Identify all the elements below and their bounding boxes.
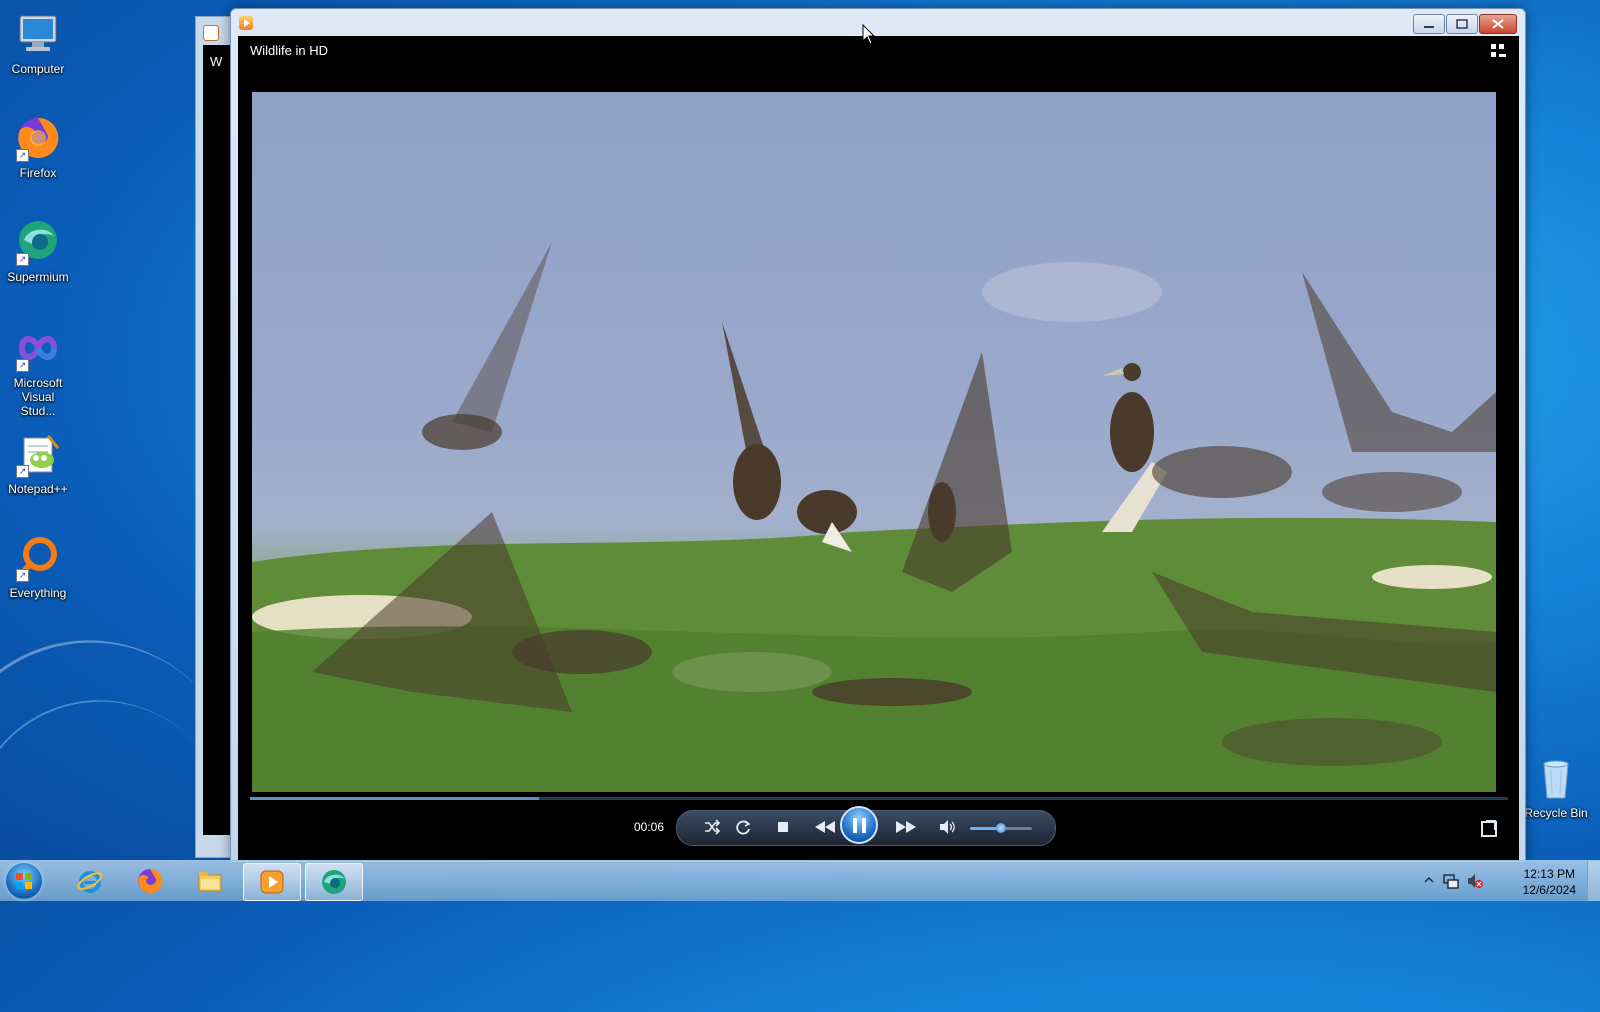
caption-buttons bbox=[1412, 14, 1517, 34]
volume-slider[interactable] bbox=[970, 823, 1032, 833]
media-player-window[interactable]: Wildlife in HD 00:06 bbox=[230, 8, 1526, 862]
show-desktop-button[interactable] bbox=[1587, 861, 1600, 901]
desktop-icon-computer[interactable]: Computer bbox=[4, 10, 72, 76]
background-window-title: W bbox=[210, 54, 223, 69]
video-frame[interactable] bbox=[252, 92, 1496, 792]
taskbar-supermium[interactable] bbox=[305, 863, 363, 901]
firefox-icon bbox=[138, 868, 163, 893]
shuffle-icon[interactable] bbox=[703, 818, 721, 836]
desktop-icon-label: Computer bbox=[11, 62, 65, 76]
volume-muted-icon[interactable] bbox=[1466, 872, 1484, 890]
desktop-icon-everything[interactable]: ↗ Everything bbox=[4, 534, 72, 600]
shortcut-arrow-icon: ↗ bbox=[16, 253, 29, 266]
desktop-icon-label: Supermium bbox=[7, 270, 69, 284]
desktop-icon-label: Microsoft Visual Stud... bbox=[13, 376, 63, 418]
maximize-button[interactable] bbox=[1446, 14, 1478, 34]
supermium-icon bbox=[322, 870, 346, 894]
elapsed-time: 00:06 bbox=[634, 820, 665, 834]
pause-button[interactable] bbox=[840, 806, 878, 844]
supermium-icon: ↗ bbox=[14, 218, 62, 266]
clock-date: 12/6/2024 bbox=[1522, 883, 1576, 897]
firefox-icon: ↗ bbox=[14, 114, 62, 162]
stop-icon[interactable] bbox=[774, 818, 792, 836]
taskbar-internet-explorer[interactable] bbox=[62, 863, 118, 899]
desktop-icon-label: Notepad++ bbox=[8, 482, 68, 496]
recycle-bin-icon bbox=[1532, 754, 1580, 802]
shortcut-arrow-icon: ↗ bbox=[16, 359, 29, 372]
internet-explorer-icon bbox=[77, 871, 103, 893]
close-button[interactable] bbox=[1479, 14, 1517, 34]
playback-controls: 00:06 bbox=[238, 800, 1519, 861]
shortcut-arrow-icon: ↗ bbox=[16, 569, 29, 582]
media-player-icon bbox=[260, 870, 284, 894]
switch-to-library-icon[interactable] bbox=[1491, 44, 1507, 58]
everything-icon: ↗ bbox=[14, 534, 62, 582]
previous-icon[interactable] bbox=[813, 818, 837, 836]
desktop-icon-firefox[interactable]: ↗ Firefox bbox=[4, 114, 72, 180]
taskbar-firefox[interactable] bbox=[122, 863, 178, 899]
fullscreen-icon[interactable] bbox=[1481, 820, 1497, 837]
visual-studio-icon: ↗ bbox=[14, 324, 62, 372]
desktop-icon-label: Firefox bbox=[19, 166, 57, 180]
background-window[interactable]: W bbox=[195, 16, 233, 858]
system-tray: 12:13 PM 12/6/2024 bbox=[1400, 861, 1600, 901]
shortcut-arrow-icon: ↗ bbox=[16, 149, 29, 162]
media-player-icon bbox=[203, 25, 219, 41]
computer-icon bbox=[14, 10, 62, 58]
desktop-icon-recycle-bin[interactable]: Recycle Bin bbox=[1522, 754, 1590, 820]
file-explorer-icon bbox=[198, 872, 222, 892]
minimize-button[interactable] bbox=[1413, 14, 1445, 34]
taskbar-media-player[interactable] bbox=[243, 863, 301, 901]
shortcut-arrow-icon: ↗ bbox=[16, 465, 29, 478]
taskbar: 12:13 PM 12/6/2024 bbox=[0, 860, 1600, 901]
mouse-cursor-icon bbox=[862, 24, 876, 45]
volume-icon[interactable] bbox=[938, 818, 956, 836]
taskbar-file-explorer[interactable] bbox=[182, 863, 238, 899]
desktop-icon-label: Recycle Bin bbox=[1524, 806, 1588, 820]
desktop-icon-supermium[interactable]: ↗ Supermium bbox=[4, 218, 72, 284]
media-title: Wildlife in HD bbox=[250, 43, 329, 58]
volume-slider-knob[interactable] bbox=[996, 823, 1006, 833]
clock-time: 12:13 PM bbox=[1523, 867, 1575, 881]
next-icon[interactable] bbox=[894, 818, 918, 836]
pause-icon bbox=[853, 818, 857, 833]
desktop-icon-visual-studio[interactable]: ↗ Microsoft Visual Stud... bbox=[4, 324, 72, 418]
repeat-icon[interactable] bbox=[734, 818, 752, 836]
show-hidden-icons-icon[interactable] bbox=[1424, 875, 1434, 885]
start-button[interactable] bbox=[6, 863, 42, 899]
clock[interactable]: 12:13 PM 12/6/2024 bbox=[1523, 866, 1576, 898]
desktop-icon-notepadpp[interactable]: ↗ Notepad++ bbox=[4, 430, 72, 496]
network-icon[interactable] bbox=[1442, 872, 1460, 890]
desktop-icon-label: Everything bbox=[9, 586, 67, 600]
video-birds-scene bbox=[252, 242, 1496, 792]
player-area: Wildlife in HD 00:06 bbox=[238, 36, 1519, 861]
notepadpp-icon: ↗ bbox=[14, 430, 62, 478]
background-window-content bbox=[203, 45, 232, 835]
windows-logo-icon bbox=[16, 873, 23, 880]
media-player-icon bbox=[239, 16, 253, 30]
